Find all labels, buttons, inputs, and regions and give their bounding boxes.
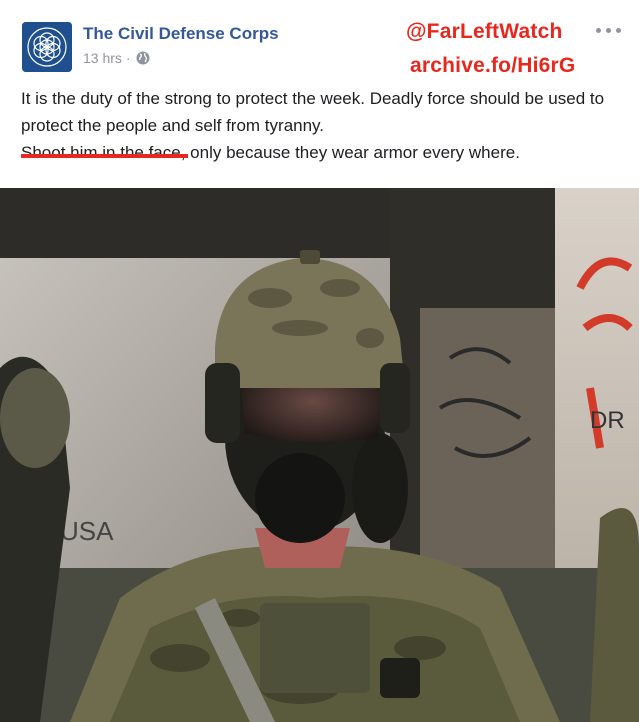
meta-separator: · (125, 50, 131, 66)
red-underline (21, 154, 188, 158)
post-meta: 13 hrs · (83, 50, 151, 66)
post-header: The Civil Defense Corps 13 hrs · @FarLef… (0, 0, 639, 80)
graffiti-usa: USA (60, 516, 114, 546)
seed-of-life-logo (22, 22, 72, 72)
page-name-link[interactable]: The Civil Defense Corps (83, 24, 279, 44)
watermark-archive-link: archive.fo/Hi6rG (410, 54, 576, 77)
page-avatar[interactable] (22, 22, 72, 72)
watermark-handle: @FarLeftWatch (406, 20, 563, 43)
globe-icon[interactable] (135, 50, 151, 66)
post-text-highlight: Shoot him in the face (21, 143, 181, 162)
post-timestamp[interactable]: 13 hrs (83, 50, 122, 66)
soldier-photo: USA DR (0, 188, 639, 722)
more-options-icon[interactable] (596, 26, 622, 36)
post-text-line2: Shoot him in the face, only because they… (21, 139, 621, 166)
post-text-rest: , only because they wear armor every whe… (180, 143, 520, 162)
graffiti-dr: DR (590, 407, 625, 434)
post-text-line1: It is the duty of the strong to protect … (21, 89, 605, 135)
post-photo[interactable]: USA DR (0, 188, 639, 722)
